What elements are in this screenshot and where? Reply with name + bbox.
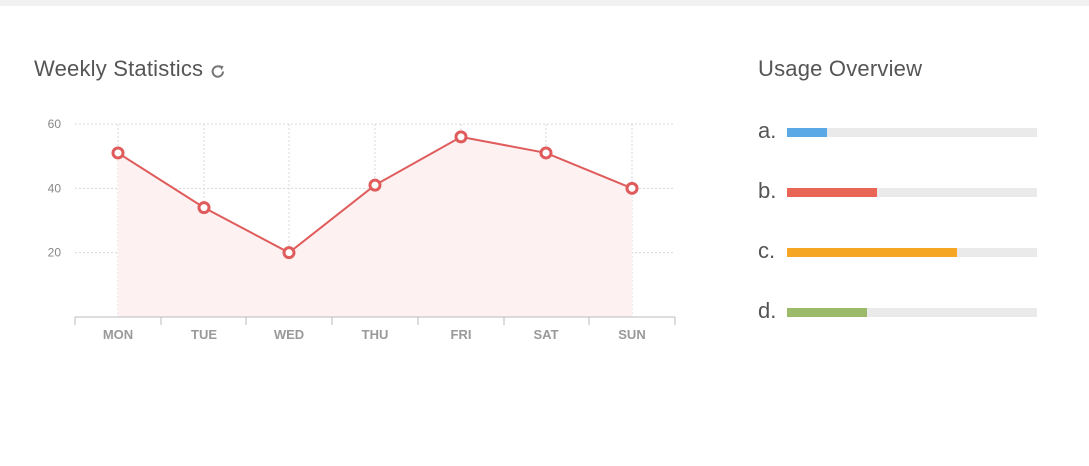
usage-progress-fill	[787, 128, 827, 137]
usage-label: d.	[758, 298, 777, 323]
x-tick-label: SUN	[618, 327, 645, 342]
x-tick-label: WED	[274, 327, 304, 342]
data-point-tue	[197, 201, 211, 215]
weekly-statistics-chart: 20 40 60 MON TUE WED THU FRI SAT SUN	[48, 117, 676, 342]
usage-progress-fill	[787, 308, 867, 317]
usage-progress-bar	[787, 188, 1037, 197]
usage-label: a.	[758, 118, 777, 143]
usage-row: c.	[758, 239, 1048, 269]
data-point-fri	[454, 130, 468, 144]
usage-progress-bar	[787, 248, 1037, 257]
x-tick-label: THU	[362, 327, 389, 342]
data-point-sat	[539, 146, 553, 160]
series-area	[118, 136, 632, 317]
usage-progress-fill	[787, 188, 877, 197]
usage-progress-bar	[787, 128, 1037, 137]
usage-overview-title: Usage Overview	[758, 56, 923, 81]
data-point-mon	[111, 146, 125, 160]
y-tick-label: 60	[48, 117, 62, 131]
x-tick-label: FRI	[451, 327, 472, 342]
y-tick-label: 20	[48, 246, 62, 260]
chart-area-layer	[118, 136, 632, 317]
x-tick-label: MON	[103, 327, 133, 342]
data-point-wed	[282, 246, 296, 260]
y-tick-label: 40	[48, 181, 62, 195]
usage-row: b.	[758, 179, 1048, 209]
usage-progress-fill	[787, 248, 957, 257]
x-tick-label: SAT	[533, 327, 558, 342]
usage-row: d.	[758, 299, 1048, 329]
usage-progress-bar	[787, 308, 1037, 317]
chart-axes	[74, 316, 676, 325]
usage-label: b.	[758, 178, 777, 203]
data-point-thu	[368, 178, 382, 192]
usage-label: c.	[758, 238, 776, 263]
data-point-sun	[625, 181, 639, 195]
x-tick-label: TUE	[191, 327, 217, 342]
usage-row: a.	[758, 119, 1048, 149]
